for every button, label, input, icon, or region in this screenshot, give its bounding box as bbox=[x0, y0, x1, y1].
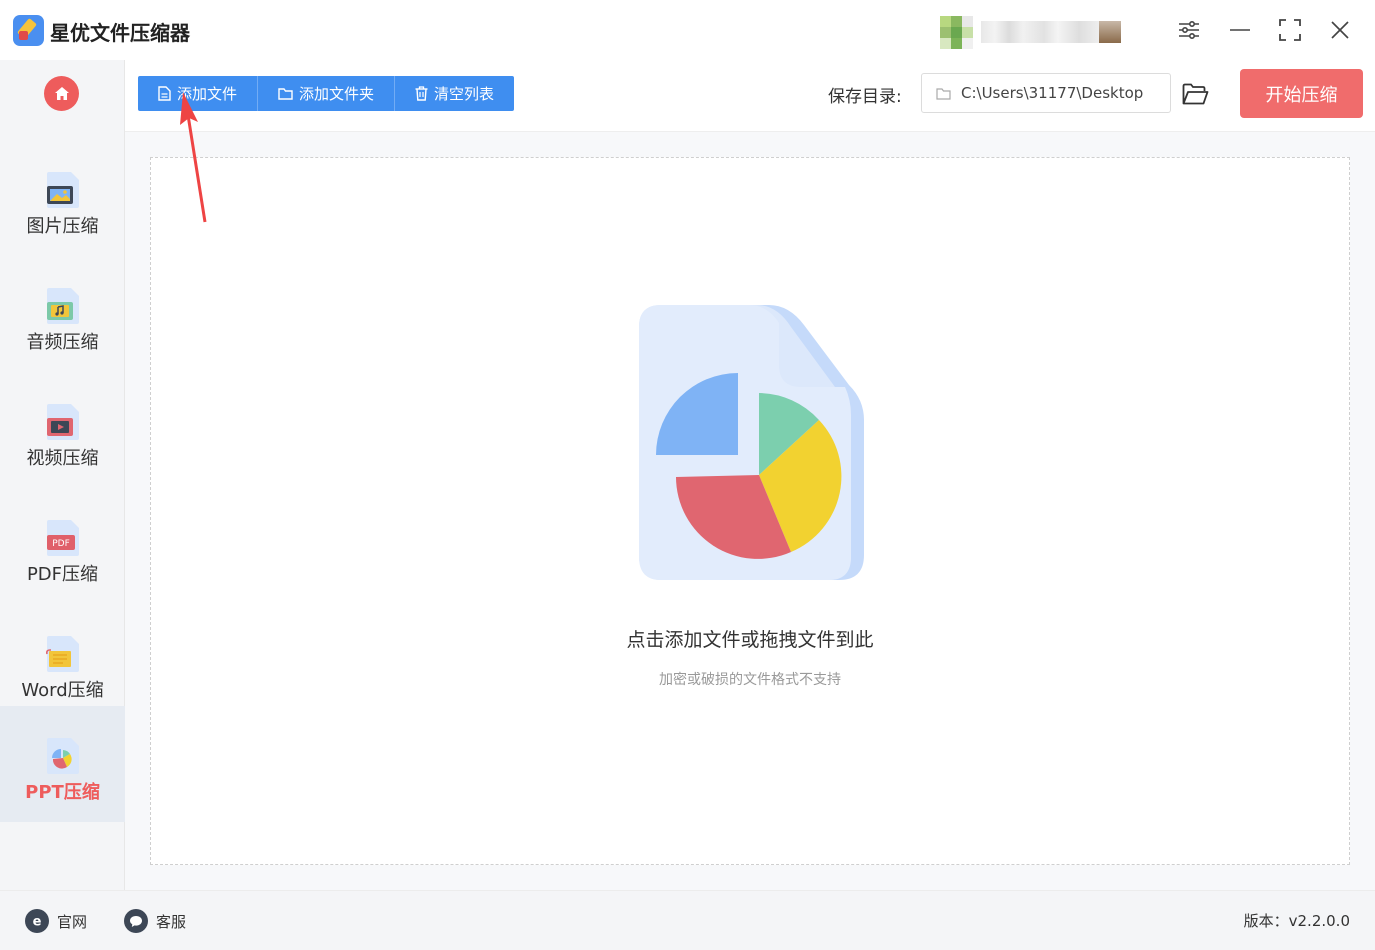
settings-button[interactable] bbox=[1174, 15, 1204, 45]
sidebar-item-pdf[interactable]: PDF PDF压缩 bbox=[0, 488, 125, 604]
sidebar-item-label: PPT压缩 bbox=[25, 782, 100, 803]
sidebar-item-label: Word压缩 bbox=[21, 680, 104, 701]
svg-text:PDF: PDF bbox=[52, 539, 70, 549]
minimize-button[interactable] bbox=[1225, 15, 1255, 45]
chat-bubble-icon bbox=[124, 909, 148, 933]
support-label: 客服 bbox=[156, 912, 187, 931]
sidebar: 图片压缩 音频压缩 视频压缩 PDF PDF压缩 Word压缩 PPT压缩 bbox=[0, 60, 125, 890]
file-button-group: 添加文件 添加文件夹 清空列表 bbox=[138, 76, 515, 111]
version-text: 版本：v2.2.0.0 bbox=[1243, 912, 1350, 930]
add-file-button[interactable]: 添加文件 bbox=[138, 76, 259, 111]
user-account-avatar[interactable] bbox=[940, 14, 1154, 50]
app-logo-icon bbox=[13, 15, 44, 46]
sidebar-item-label: 视频压缩 bbox=[26, 448, 99, 469]
browser-e-icon: e bbox=[25, 909, 49, 933]
support-link[interactable]: 客服 bbox=[124, 909, 186, 933]
save-path-value: C:\Users\31177\Desktop bbox=[961, 84, 1144, 102]
title-bar: 星优文件压缩器 bbox=[0, 0, 1375, 60]
svg-text:e: e bbox=[33, 915, 42, 929]
start-compress-button[interactable]: 开始压缩 bbox=[1240, 69, 1363, 118]
audio-file-icon bbox=[45, 286, 81, 326]
sidebar-item-label: PDF压缩 bbox=[26, 564, 99, 585]
ppt-file-icon bbox=[45, 736, 81, 776]
sidebar-item-image[interactable]: 图片压缩 bbox=[0, 140, 125, 256]
maximize-button[interactable] bbox=[1275, 15, 1305, 45]
trash-icon bbox=[415, 86, 428, 101]
user-name-blurred-end bbox=[1099, 21, 1121, 43]
sliders-icon bbox=[1179, 20, 1199, 40]
pdf-file-icon: PDF bbox=[45, 518, 81, 558]
clear-list-label: 清空列表 bbox=[434, 85, 495, 103]
add-folder-button[interactable]: 添加文件夹 bbox=[258, 76, 396, 111]
sidebar-item-label: 音频压缩 bbox=[26, 332, 99, 353]
pie-chart-document-icon bbox=[639, 305, 867, 583]
file-icon bbox=[158, 86, 171, 101]
file-drop-zone[interactable]: 点击添加文件或拖拽文件到此 加密或破损的文件格式不支持 bbox=[150, 157, 1350, 865]
clear-list-button[interactable]: 清空列表 bbox=[395, 76, 514, 111]
close-button[interactable] bbox=[1325, 15, 1355, 45]
maximize-icon bbox=[1279, 19, 1301, 41]
drop-hint-text: 点击添加文件或拖拽文件到此 bbox=[626, 629, 874, 651]
minimize-icon bbox=[1230, 29, 1250, 31]
app-title: 星优文件压缩器 bbox=[50, 21, 190, 45]
home-icon bbox=[54, 87, 69, 100]
save-directory-label: 保存目录: bbox=[828, 87, 902, 107]
sidebar-item-video[interactable]: 视频压缩 bbox=[0, 372, 125, 488]
image-file-icon bbox=[45, 170, 81, 210]
save-path-input[interactable]: C:\Users\31177\Desktop bbox=[921, 73, 1171, 113]
folder-outline-icon bbox=[936, 87, 951, 100]
word-file-icon bbox=[45, 634, 81, 674]
add-file-label: 添加文件 bbox=[177, 85, 238, 103]
website-link[interactable]: e 官网 bbox=[25, 909, 87, 933]
avatar bbox=[940, 15, 973, 49]
close-icon bbox=[1331, 21, 1349, 39]
add-folder-label: 添加文件夹 bbox=[299, 85, 375, 103]
folder-icon bbox=[278, 87, 293, 100]
toolbar: 添加文件 添加文件夹 清空列表 保存目录: C:\Users\31177\Des… bbox=[125, 60, 1375, 132]
browse-folder-button[interactable] bbox=[1180, 79, 1210, 109]
sidebar-item-word[interactable]: Word压缩 bbox=[0, 604, 125, 720]
website-label: 官网 bbox=[57, 912, 88, 931]
drop-sub-text: 加密或破损的文件格式不支持 bbox=[659, 672, 841, 688]
sidebar-item-ppt[interactable]: PPT压缩 bbox=[0, 706, 125, 822]
open-folder-icon bbox=[1182, 83, 1208, 105]
footer: e 官网 客服 版本：v2.2.0.0 bbox=[0, 890, 1375, 950]
sidebar-item-audio[interactable]: 音频压缩 bbox=[0, 256, 125, 372]
sidebar-item-label: 图片压缩 bbox=[26, 216, 99, 237]
home-button[interactable] bbox=[44, 76, 79, 111]
video-file-icon bbox=[45, 402, 81, 442]
